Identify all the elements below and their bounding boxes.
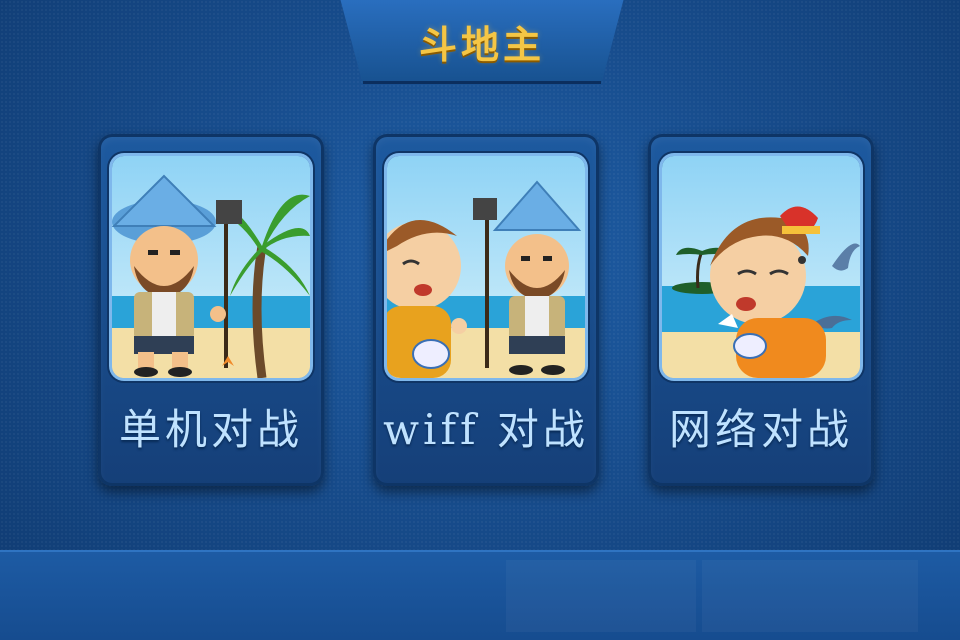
bottom-bar: [0, 550, 960, 640]
network-battle-card[interactable]: 网络对战: [648, 134, 874, 486]
single-player-label: 单机对战: [118, 405, 303, 454]
wifi-battle-card[interactable]: wiff 对战: [373, 134, 599, 486]
bottom-panel-right: [702, 560, 918, 632]
bottom-panel-left: [506, 560, 696, 632]
title-tab: 斗地主: [340, 0, 624, 84]
wifi-battle-label: wiff 对战: [383, 405, 589, 454]
network-battle-label: 网络对战: [668, 405, 853, 454]
network-battle-image: [662, 156, 860, 378]
game-title: 斗地主: [418, 23, 545, 67]
single-player-image: [112, 156, 310, 378]
wifi-battle-image: [387, 156, 585, 378]
single-player-card[interactable]: 单机对战: [98, 134, 324, 486]
